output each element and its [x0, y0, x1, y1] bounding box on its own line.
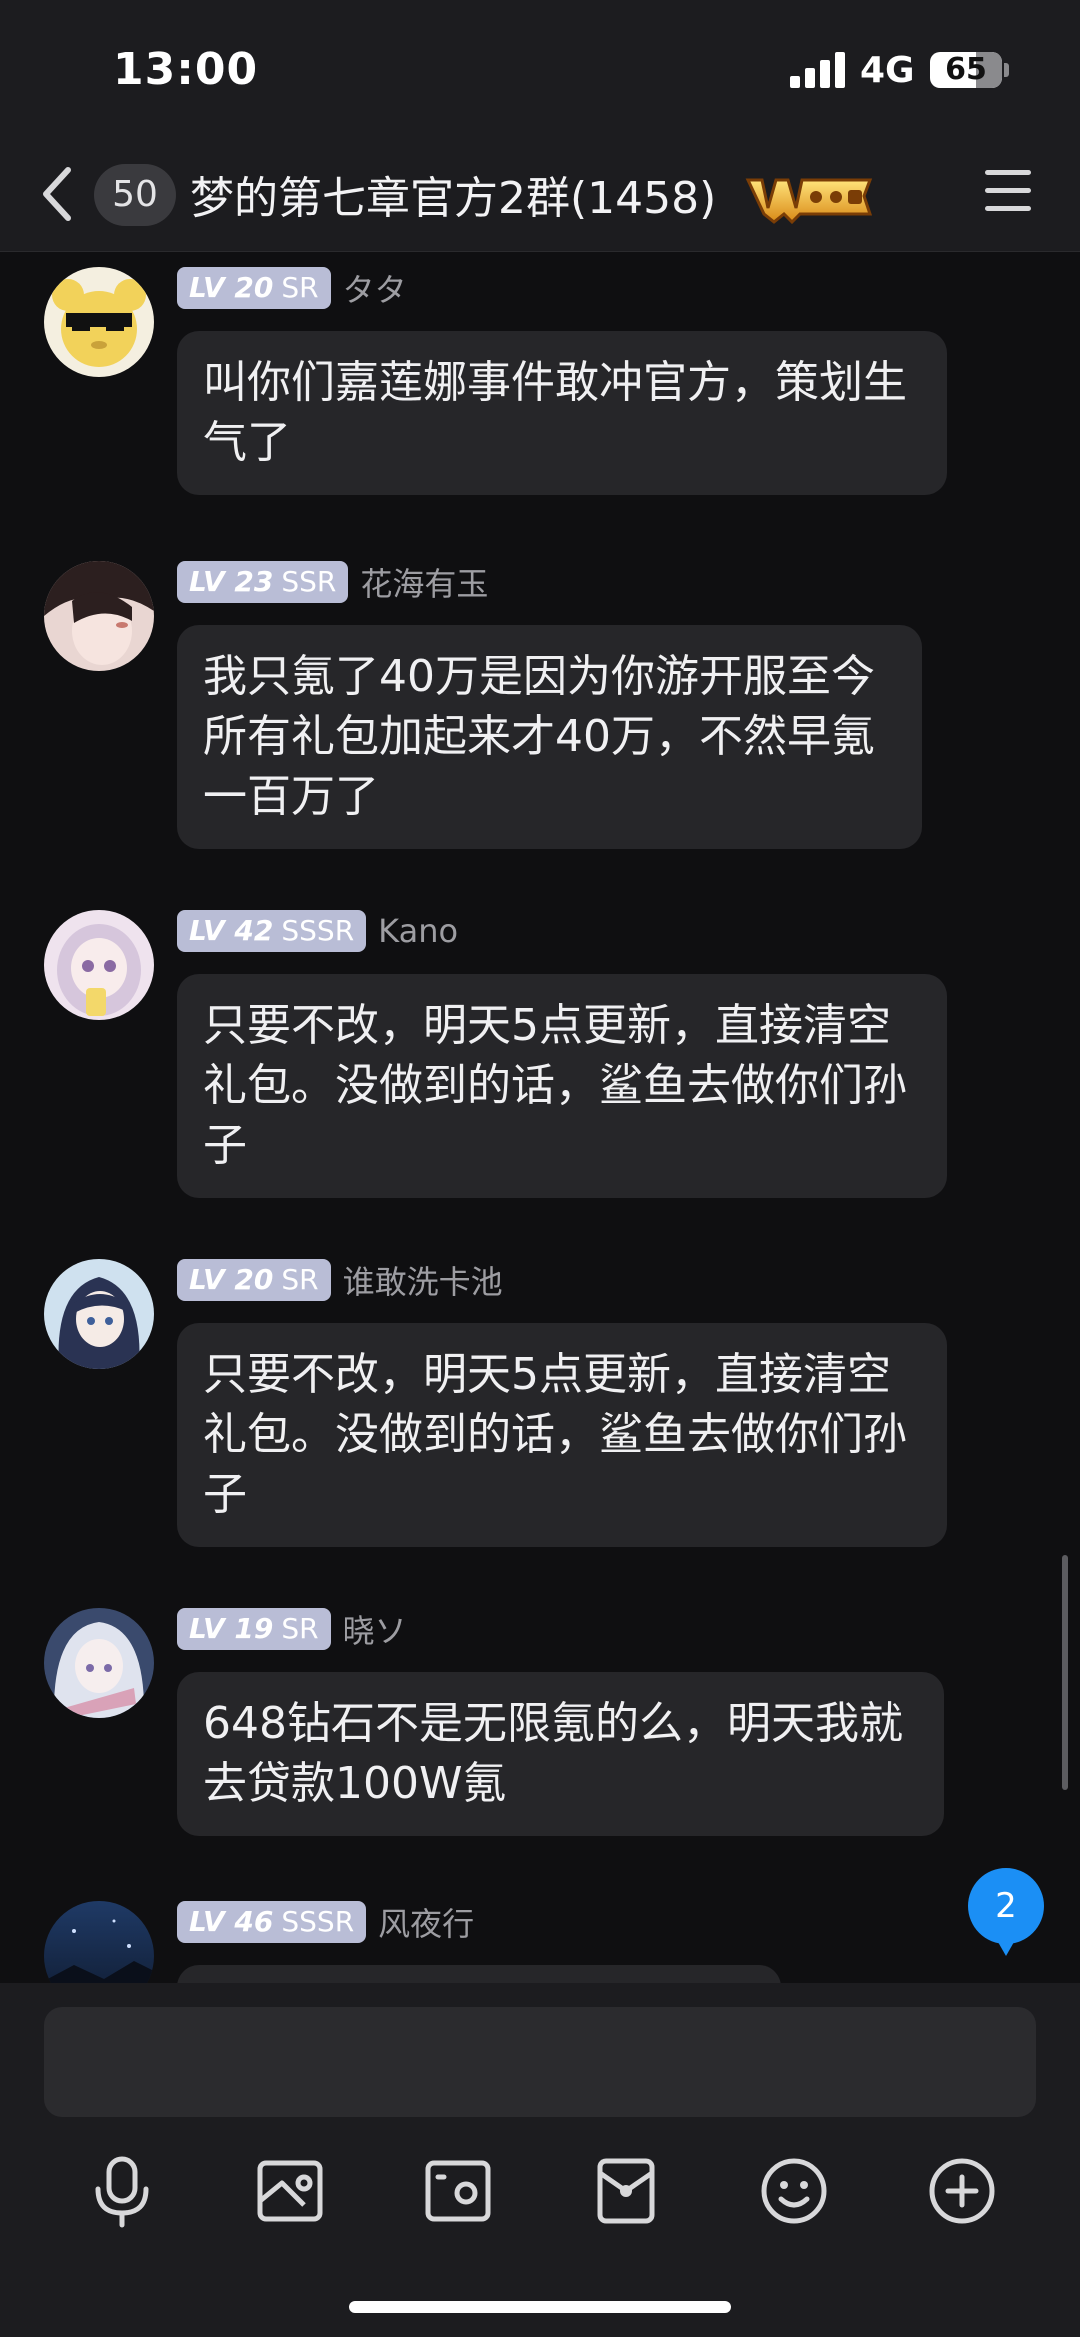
level-badge: LV 20 SR: [177, 267, 331, 309]
rank-label: SR: [281, 1612, 319, 1645]
rank-label: SR: [281, 271, 319, 304]
message-item: LV 42 SSSR Kano 只要不改，明天5点更新，直接清空礼包。没做到的话…: [0, 896, 1080, 1216]
message-bubble[interactable]: 只要不改，明天5点更新，直接清空礼包。没做到的话，鲨鱼去做你们孙子: [177, 974, 947, 1198]
image-icon[interactable]: [250, 2151, 330, 2231]
battery-icon: 65: [930, 52, 1002, 88]
input-toolbar: [0, 2151, 1080, 2251]
message-bubble[interactable]: 只要不改，明天5点更新，直接清空礼包。没做到的话，鲨鱼去做你们孙子: [177, 1323, 947, 1547]
sender-name[interactable]: 谁敢洗卡池: [343, 1257, 503, 1303]
avatar[interactable]: [44, 561, 154, 671]
home-indicator[interactable]: [349, 2301, 731, 2313]
rank-label: SSR: [281, 565, 337, 598]
avatar[interactable]: [44, 1901, 154, 1983]
avatar[interactable]: [44, 267, 154, 377]
message-input[interactable]: [44, 2007, 1036, 2117]
sender-meta: LV 42 SSSR Kano: [177, 910, 458, 952]
new-message-badge[interactable]: 2: [968, 1868, 1044, 1956]
menu-icon[interactable]: [985, 170, 1031, 216]
message-list[interactable]: LV 20 SR タタ 叫你们嘉莲娜事件敢冲官方，策划生气了 LV 23 SSR…: [0, 253, 1080, 1983]
battery-level: 65: [945, 52, 987, 87]
back-arrow-icon[interactable]: [38, 164, 78, 224]
status-time: 13:00: [113, 44, 259, 95]
level-badge: LV 42 SSSR: [177, 910, 367, 952]
camera-icon[interactable]: [418, 2151, 498, 2231]
message-bubble[interactable]: [177, 1965, 781, 1983]
message-item: LV 20 SR タタ 叫你们嘉莲娜事件敢冲官方，策划生气了: [0, 253, 1080, 513]
input-panel: [0, 1983, 1080, 2337]
red-packet-icon[interactable]: [586, 2151, 666, 2231]
level-value: LV 46: [189, 1905, 274, 1938]
unread-count-badge[interactable]: 50: [94, 164, 176, 226]
level-badge: LV 23 SSR: [177, 561, 349, 603]
level-value: LV 42: [189, 914, 274, 947]
sender-meta: LV 20 SR タタ: [177, 267, 407, 309]
sender-meta: LV 19 SR 晓ソ: [177, 1608, 407, 1650]
message-item: LV 23 SSR 花海有玉 我只氪了40万是因为你游开服至今所有礼包加起来才4…: [0, 547, 1080, 867]
avatar[interactable]: [44, 910, 154, 1020]
level-badge: LV 20 SR: [177, 1259, 331, 1301]
level-value: LV 19: [189, 1612, 274, 1645]
message-item: LV 19 SR 晓ソ 648钻石不是无限氪的么，明天我就去贷款100W氪: [0, 1594, 1080, 1854]
message-bubble[interactable]: 叫你们嘉莲娜事件敢冲官方，策划生气了: [177, 331, 947, 495]
sender-meta: LV 46 SSSR 风夜行: [177, 1901, 474, 1943]
group-title[interactable]: 梦的第七章官方2群(1458): [190, 162, 716, 226]
battery-cap: [1004, 63, 1009, 77]
sender-meta: LV 23 SSR 花海有玉: [177, 561, 488, 603]
level-value: LV 20: [189, 1263, 274, 1296]
chat-header: 50 梦的第七章官方2群(1458): [0, 140, 1080, 252]
avatar[interactable]: [44, 1259, 154, 1369]
status-bar: 13:00 4G 65: [0, 0, 1080, 140]
plus-icon[interactable]: [922, 2151, 1002, 2231]
microphone-icon[interactable]: [82, 2151, 162, 2231]
sender-name[interactable]: タタ: [343, 265, 407, 311]
level-value: LV 23: [189, 565, 274, 598]
scrollbar[interactable]: [1062, 1555, 1068, 1790]
avatar[interactable]: [44, 1608, 154, 1718]
message-item: LV 20 SR 谁敢洗卡池 只要不改，明天5点更新，直接清空礼包。没做到的话，…: [0, 1245, 1080, 1565]
level-badge: LV 19 SR: [177, 1608, 331, 1650]
message-bubble[interactable]: 我只氪了40万是因为你游开服至今所有礼包加起来才40万，不然早氪一百万了: [177, 625, 922, 849]
sender-name[interactable]: 风夜行: [378, 1899, 474, 1945]
sender-name[interactable]: Kano: [378, 912, 458, 950]
sender-meta: LV 20 SR 谁敢洗卡池: [177, 1259, 503, 1301]
message-item: LV 46 SSSR 风夜行: [0, 1887, 1080, 1983]
message-bubble[interactable]: 648钻石不是无限氪的么，明天我就去贷款100W氪: [177, 1672, 944, 1836]
level-badge: LV 46 SSSR: [177, 1901, 367, 1943]
warrior-badge-icon: [745, 178, 873, 225]
sender-name[interactable]: 花海有玉: [360, 559, 488, 605]
level-value: LV 20: [189, 271, 274, 304]
network-type: 4G: [860, 50, 915, 91]
signal-icon: [790, 52, 845, 88]
rank-label: SSSR: [281, 1905, 355, 1938]
rank-label: SR: [281, 1263, 319, 1296]
rank-label: SSSR: [281, 914, 355, 947]
sender-name[interactable]: 晓ソ: [343, 1606, 407, 1652]
emoji-icon[interactable]: [754, 2151, 834, 2231]
